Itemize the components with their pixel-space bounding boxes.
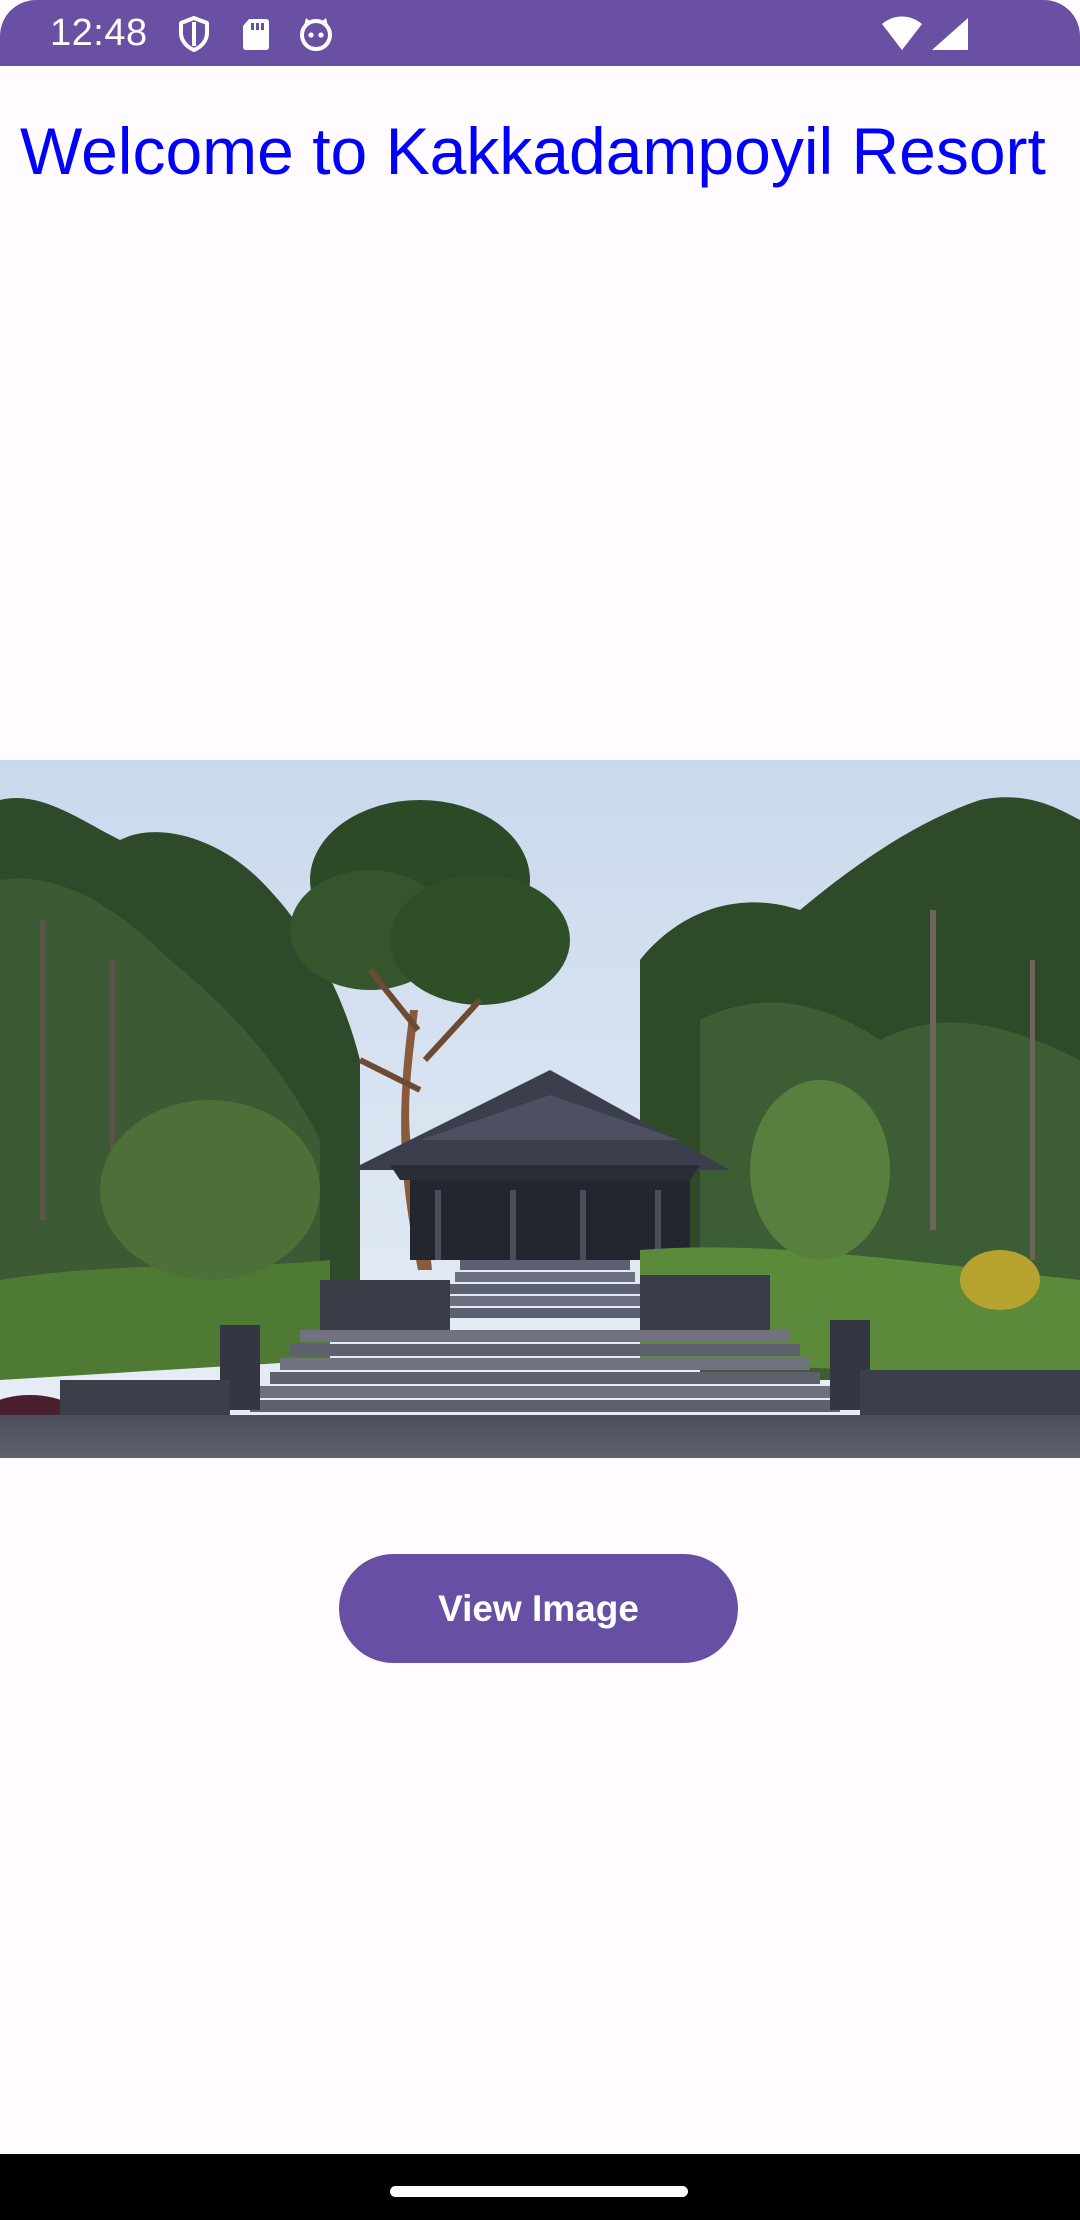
wifi-icon	[880, 14, 924, 54]
status-time: 12:48	[50, 12, 148, 54]
home-indicator[interactable]	[390, 2186, 688, 2197]
welcome-title: Welcome to Kakkadampoyil Resort	[20, 114, 1046, 188]
status-bar: 12:48	[0, 0, 1080, 66]
shield-icon	[174, 14, 214, 54]
app-screen: 12:48 Welcome to Kakkadampoyil Resort Vi…	[0, 0, 1080, 2220]
resort-photo	[0, 760, 1080, 1458]
view-image-button[interactable]: View Image	[339, 1554, 738, 1663]
sd-card-icon	[236, 14, 276, 54]
cat-face-icon	[296, 14, 336, 54]
cell-signal-icon	[928, 14, 970, 54]
